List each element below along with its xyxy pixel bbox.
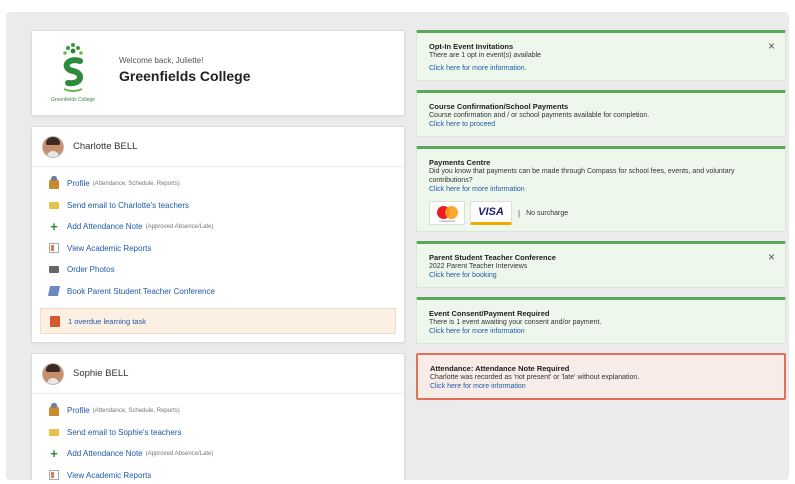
left-column: Greenfields College Welcome back, Juliet… xyxy=(31,30,405,480)
link-label[interactable]: Order Photos xyxy=(67,265,115,274)
welcome-text: Welcome back, Juliette! Greenfields Coll… xyxy=(119,56,250,84)
notice-title: Parent Student Teacher Conference xyxy=(429,253,556,262)
notice-title: Payments Centre xyxy=(429,158,491,167)
notice-title: Course Confirmation/School Payments xyxy=(429,102,569,111)
avatar xyxy=(42,135,64,158)
student-name: Sophie BELL xyxy=(73,368,129,379)
notice-event-consent: Event Consent/Payment Required There is … xyxy=(416,297,786,344)
add-attendance-note-link[interactable]: + Add Attendance Note (Approved Absence/… xyxy=(49,216,404,238)
photo-icon xyxy=(49,266,59,274)
student-name: Charlotte BELL xyxy=(73,141,138,152)
close-icon[interactable]: × xyxy=(768,40,775,52)
profile-link[interactable]: Profile (Attendance, Schedule, Reports) xyxy=(49,173,404,195)
notice-title: Event Consent/Payment Required xyxy=(429,309,550,318)
user-icon xyxy=(49,175,59,189)
student-links: Profile (Attendance, Schedule, Reports) … xyxy=(32,394,404,480)
student-header[interactable]: Charlotte BELL xyxy=(32,127,404,167)
user-icon xyxy=(49,402,59,416)
report-icon xyxy=(49,243,59,254)
right-column: × Opt-In Event Invitations There are 1 o… xyxy=(416,30,786,409)
link-sub: (Approved Absence/Late) xyxy=(145,223,214,230)
visa-icon: VISA xyxy=(470,201,512,225)
student-links: Profile (Attendance, Schedule, Reports) … xyxy=(32,167,404,302)
link-label[interactable]: Send email to Charlotte's teachers xyxy=(67,201,189,210)
close-icon[interactable]: × xyxy=(768,251,775,263)
notice-body: There is 1 event awaiting your consent a… xyxy=(429,319,602,326)
notice-payments-centre: Payments Centre Did you know that paymen… xyxy=(416,146,786,232)
notice-body: There are 1 opt in event(s) available xyxy=(429,52,542,59)
notice-attendance-alert: Attendance: Attendance Note Required Cha… xyxy=(416,353,786,400)
academic-reports-link[interactable]: View Academic Reports xyxy=(49,465,404,480)
plus-icon: + xyxy=(50,445,58,461)
email-teachers-link[interactable]: Send email to Charlotte's teachers xyxy=(49,195,404,217)
mail-icon xyxy=(49,201,59,209)
notice-link[interactable]: Click here for more information xyxy=(430,382,772,392)
mastercard-caption: mastercard xyxy=(439,219,455,223)
notice-body: Course confirmation and / or school paym… xyxy=(429,112,650,119)
school-logo: Greenfields College xyxy=(42,39,104,107)
student-card-sophie: Sophie BELL Profile (Attendance, Schedul… xyxy=(31,353,405,480)
school-logo-mark xyxy=(63,43,83,92)
book-conference-link[interactable]: Book Parent Student Teacher Conference xyxy=(47,281,404,303)
link-sub: (Attendance, Schedule, Reports) xyxy=(92,407,180,414)
link-label[interactable]: View Academic Reports xyxy=(67,471,151,480)
academic-reports-link[interactable]: View Academic Reports xyxy=(49,238,404,260)
profile-link[interactable]: Profile (Attendance, Schedule, Reports) xyxy=(49,400,404,422)
notice-opt-in-events: × Opt-In Event Invitations There are 1 o… xyxy=(416,30,786,81)
mail-icon xyxy=(49,428,59,436)
notice-link[interactable]: Click here for booking xyxy=(429,271,773,281)
mastercard-icon: mastercard xyxy=(429,201,465,225)
notice-conference: × Parent Student Teacher Conference 2022… xyxy=(416,241,786,288)
link-label[interactable]: Add Attendance Note xyxy=(67,222,143,231)
notice-title: Opt-In Event Invitations xyxy=(429,42,514,51)
notice-title: Attendance: Attendance Note Required xyxy=(430,364,570,373)
report-icon xyxy=(49,470,59,480)
welcome-card: Greenfields College Welcome back, Juliet… xyxy=(31,30,405,116)
overdue-task-row[interactable]: 1 overdue learning task xyxy=(40,308,396,334)
payment-methods: mastercard VISA | No surcharge xyxy=(429,201,773,225)
order-photos-link[interactable]: Order Photos xyxy=(49,259,404,281)
book-icon xyxy=(47,286,61,297)
student-card-charlotte: Charlotte BELL Profile (Attendance, Sche… xyxy=(31,126,405,343)
add-attendance-note-link[interactable]: + Add Attendance Note (Approved Absence/… xyxy=(49,443,404,465)
link-sub: (Attendance, Schedule, Reports) xyxy=(92,180,180,187)
notice-link[interactable]: Click here for more information xyxy=(429,327,773,337)
link-sub: (Approved Absence/Late) xyxy=(145,450,214,457)
notice-link[interactable]: Click here for more information xyxy=(429,185,773,195)
email-teachers-link[interactable]: Send email to Sophie's teachers xyxy=(49,422,404,444)
overdue-task-link[interactable]: 1 overdue learning task xyxy=(68,317,146,326)
link-label[interactable]: Add Attendance Note xyxy=(67,449,143,458)
dashboard-frame: Greenfields College Welcome back, Juliet… xyxy=(6,12,789,480)
avatar xyxy=(42,362,64,385)
logo-caption: Greenfields College xyxy=(51,97,95,103)
notice-link[interactable]: Click here to proceed xyxy=(429,120,773,130)
welcome-greeting: Welcome back, Juliette! xyxy=(119,56,204,65)
link-label[interactable]: View Academic Reports xyxy=(67,244,151,253)
plus-icon: + xyxy=(50,218,58,234)
notice-link[interactable]: Click here for more information. xyxy=(429,64,773,74)
link-label[interactable]: Book Parent Student Teacher Conference xyxy=(67,287,215,296)
link-label[interactable]: Profile xyxy=(67,406,90,415)
link-label[interactable]: Send email to Sophie's teachers xyxy=(67,428,181,437)
notice-course-confirmation: Course Confirmation/School Payments Cour… xyxy=(416,90,786,137)
notice-body: Did you know that payments can be made t… xyxy=(429,168,735,184)
school-name: Greenfields College xyxy=(119,68,251,84)
separator: | xyxy=(518,208,521,218)
task-icon xyxy=(50,315,60,327)
surcharge-text: No surcharge xyxy=(526,209,569,217)
link-label[interactable]: Profile xyxy=(67,179,90,188)
notice-body: 2022 Parent Teacher Interviews xyxy=(429,263,528,270)
notice-body: Charlotte was recorded as 'not present' … xyxy=(430,374,640,381)
student-header[interactable]: Sophie BELL xyxy=(32,354,404,394)
